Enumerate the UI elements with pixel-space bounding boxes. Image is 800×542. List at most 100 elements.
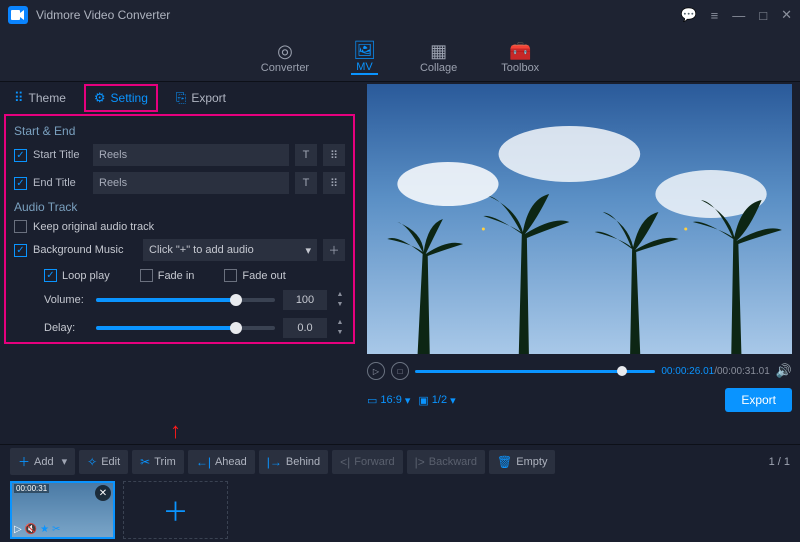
end-font-button[interactable]: T [295,172,317,194]
fadein-label: Fade in [158,270,195,282]
end-title-checkbox[interactable] [14,177,27,190]
start-font-button[interactable]: T [295,144,317,166]
forward-icon: <| [340,455,350,469]
playback-options-row: Loop play Fade in Fade out [44,269,345,282]
aspect-ratio-selector[interactable]: ▭ 16:9 ▾ [367,394,410,407]
edit-label: Edit [101,456,120,468]
chevron-down-icon: ▾ [405,394,411,407]
bg-music-placeholder: Click "+" to add audio [149,244,254,256]
delay-value: 0.0 [283,318,327,338]
volume-label: Volume: [44,294,88,306]
maximize-icon[interactable]: □ [759,8,767,23]
backward-button[interactable]: |>Backward [407,450,485,474]
end-options-button[interactable]: ⠿ [323,172,345,194]
close-icon[interactable]: ✕ [781,7,792,23]
remove-clip-icon[interactable]: ✕ [95,485,111,501]
video-preview[interactable] [367,84,792,354]
fadeout-checkbox[interactable] [224,269,237,282]
aspect-value: 16:9 [380,394,401,406]
minimize-icon[interactable]: — [732,8,745,23]
forward-label: Forward [354,456,394,468]
volume-row: Volume: 100 ▲▼ [44,290,345,310]
bg-music-checkbox[interactable] [14,244,27,257]
toolbox-icon: 🧰 [509,42,531,60]
add-clip-button[interactable]: ＋ [123,481,228,539]
volume-down[interactable]: ▼ [335,300,345,310]
tab-mv[interactable]: 🖼 MV [351,37,378,75]
add-audio-button[interactable]: ＋ [323,239,345,261]
volume-slider[interactable] [96,298,275,302]
forward-button[interactable]: <| Forward [332,450,402,474]
wand-icon: ✧ [87,455,97,469]
start-title-row: Start Title T ⠿ [14,144,345,166]
empty-label: Empty [516,456,547,468]
export-icon: ⎘ [176,90,186,106]
bg-music-dropdown[interactable]: Click "+" to add audio ▾ [143,239,317,261]
delay-down[interactable]: ▼ [335,328,345,338]
subtab-setting[interactable]: ⚙ Setting [84,84,158,112]
bg-music-row: Background Music Click "+" to add audio … [14,239,345,261]
tab-converter[interactable]: ◎ Converter [259,38,311,74]
export-button[interactable]: Export [725,388,792,412]
clip-mute-icon[interactable]: 🔇 [25,524,37,535]
volume-icon[interactable]: 🔊 [776,363,792,379]
preview-panel: ▷ □ 00:00:26.01/00:00:31.01 🔊 ▭ 16:9 ▾ ▣… [361,82,800,444]
clip-play-icon[interactable]: ▷ [14,524,22,535]
start-end-heading: Start & End [14,124,345,138]
zoom-selector[interactable]: ▣ 1/2 ▾ [418,394,455,407]
gear-icon: ⚙ [94,90,106,106]
clip-star-icon[interactable]: ★ [40,524,49,535]
keep-original-row: Keep original audio track [14,220,345,233]
backward-icon: |> [415,455,425,469]
keep-original-label: Keep original audio track [33,221,154,233]
bg-music-label: Background Music [33,244,137,256]
seek-bar[interactable] [415,370,655,373]
keep-original-checkbox[interactable] [14,220,27,233]
tab-toolbox[interactable]: 🧰 Toolbox [499,38,541,74]
tab-toolbox-label: Toolbox [501,62,539,74]
trim-button[interactable]: ✂Trim [132,450,184,474]
audio-heading: Audio Track [14,200,345,214]
delay-label: Delay: [44,322,88,334]
chevron-down-icon: ▾ [305,244,311,257]
preview-meta-row: ▭ 16:9 ▾ ▣ 1/2 ▾ Export [367,388,792,412]
menu-icon[interactable]: ≡ [711,8,719,23]
fadeout-label: Fade out [242,270,285,282]
start-title-input[interactable] [93,144,289,166]
tab-collage[interactable]: ▦ Collage [418,38,459,74]
subtab-export[interactable]: ⎘ Export [176,90,226,106]
end-title-input[interactable] [93,172,289,194]
collage-icon: ▦ [430,42,447,60]
start-title-checkbox[interactable] [14,149,27,162]
volume-up[interactable]: ▲ [335,290,345,300]
bottom-toolbar: ＋Add▾ ✧ Edit ✂Trim ←| Ahead |→Behind <| For… [0,444,800,478]
fadein-checkbox[interactable] [140,269,153,282]
empty-button[interactable]: 🗑Empty [489,450,555,474]
ahead-icon: ←| [196,455,211,469]
clip-strip: 00:00:31 ✕ ▷ 🔇 ★ ✂ ＋ [0,478,800,542]
behind-button[interactable]: |→Behind [259,450,328,474]
plus-icon: ＋ [18,453,30,470]
converter-icon: ◎ [277,42,293,60]
stop-button[interactable]: □ [391,362,409,380]
loop-checkbox[interactable] [44,269,57,282]
start-options-button[interactable]: ⠿ [323,144,345,166]
edit-button[interactable]: ✧ Edit [79,450,128,474]
settings-panel: Start & End Start Title T ⠿ End Title T … [4,114,355,344]
clip-trim-icon[interactable]: ✂ [52,524,60,535]
delay-up[interactable]: ▲ [335,318,345,328]
start-title-label: Start Title [33,149,87,161]
clip-thumbnail[interactable]: 00:00:31 ✕ ▷ 🔇 ★ ✂ [10,481,115,539]
ahead-label: Ahead [215,456,247,468]
feedback-icon[interactable]: 💬 [680,7,696,23]
time-total: /00:00:31.01 [714,366,770,377]
mv-icon: 🖼 [353,41,376,59]
add-button[interactable]: ＋Add▾ [10,448,75,475]
delay-slider[interactable] [96,326,275,330]
play-button[interactable]: ▷ [367,362,385,380]
ahead-button[interactable]: ←| Ahead [188,450,255,474]
time-current: 00:00:26.01 [661,366,714,377]
subtab-theme[interactable]: ⠿ Theme [14,90,66,106]
time-display: 00:00:26.01/00:00:31.01 [661,366,769,377]
content-area: ⠿ Theme ⚙ Setting ⎘ Export Start & End S… [0,82,800,444]
